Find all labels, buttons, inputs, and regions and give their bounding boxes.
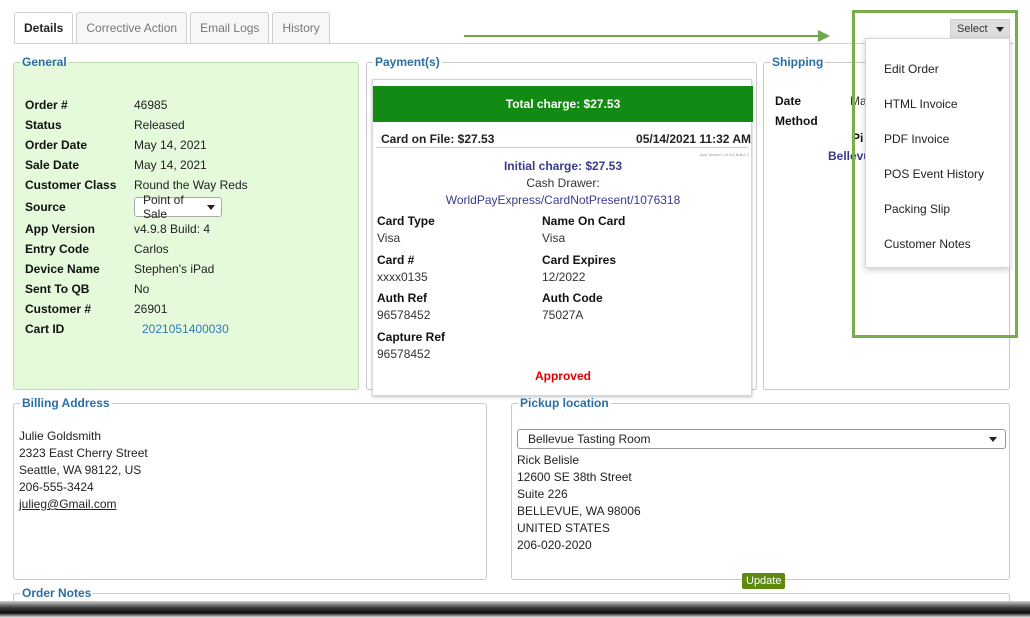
arrow-right-icon — [818, 30, 830, 42]
customer-number-value: 26901 — [134, 302, 168, 316]
annotation-highlight-box — [852, 10, 1018, 338]
billing-street: 2323 East Cherry Street — [19, 446, 148, 460]
payment-divider — [376, 147, 748, 148]
card-expires-value: 12/2022 — [542, 270, 586, 284]
customer-class-value: Round the Way Reds — [134, 178, 248, 192]
pickup-country: UNITED STATES — [517, 521, 610, 535]
pickup-suite: Suite 226 — [517, 487, 568, 501]
tab-history[interactable]: History — [272, 12, 330, 43]
card-type-value: Visa — [377, 231, 401, 245]
tab-bar: Details Corrective Action Email Logs His… — [14, 12, 330, 44]
billing-city: Seattle, WA 98122, US — [19, 463, 142, 477]
payments-legend: Payment(s) — [375, 55, 440, 69]
ship-date-label: Date — [775, 94, 802, 108]
payment-card: Total charge: $27.53 Card on File: $27.5… — [372, 79, 753, 396]
customer-class-label: Customer Class — [25, 178, 117, 192]
pickup-legend: Pickup location — [520, 396, 609, 410]
general-panel: General Order # 46985 Status Released Orde… — [13, 55, 359, 390]
card-number-label: Card # — [377, 253, 415, 267]
pickup-location-panel: Pickup location Bellevue Tasting Room Ri… — [511, 396, 1010, 589]
auth-ref-value: 96578452 — [377, 308, 431, 322]
pickup-location-value: Bellevue Tasting Room — [528, 432, 651, 446]
sent-to-qb-label: Sent To QB — [25, 282, 90, 296]
pickup-phone: 206-020-2020 — [517, 538, 592, 552]
billing-lines: Julie Goldsmith 2323 East Cherry Street … — [19, 428, 148, 513]
device-name-value: Stephen's iPad — [134, 262, 215, 276]
cart-id-link[interactable]: 2021051400030 — [142, 322, 229, 336]
pickup-lines: Rick Belisle 12600 SE 38th Street Suite … — [517, 452, 641, 554]
tab-corrective-action[interactable]: Corrective Action — [76, 12, 188, 43]
bottom-shadow — [0, 601, 1030, 618]
tab-details[interactable]: Details — [14, 12, 74, 44]
chevron-down-icon — [207, 204, 215, 210]
order-notes-legend: Order Notes — [22, 586, 92, 600]
status-label: Status — [25, 118, 62, 132]
order-date-label: Order Date — [25, 138, 88, 152]
billing-address-panel: Billing Address Julie Goldsmith 2323 Eas… — [13, 396, 487, 580]
billing-legend: Billing Address — [22, 396, 110, 410]
payment-processor: WorldPayExpress/CardNotPresent/1076318 — [445, 193, 681, 207]
customer-number-label: Customer # — [25, 302, 92, 316]
app-version-label: App Version — [25, 222, 96, 236]
pickup-contact: Rick Belisle — [517, 453, 580, 467]
pickup-city: BELLEVUE, WA 98006 — [517, 504, 641, 518]
billing-name: Julie Goldsmith — [19, 429, 102, 443]
entry-code-label: Entry Code — [25, 242, 90, 256]
sale-date-label: Sale Date — [25, 158, 80, 172]
app-version-value: v4.9.8 Build: 4 — [134, 222, 211, 236]
auth-code-value: 75027A — [542, 308, 584, 322]
order-number-value: 46985 — [134, 98, 168, 112]
billing-phone: 206-555-3424 — [19, 480, 94, 494]
payment-datetime: 05/14/2021 11:32 AM — [636, 132, 751, 146]
sent-to-qb-value: No — [134, 282, 150, 296]
status-value: Released — [134, 118, 185, 132]
tab-email-logs[interactable]: Email Logs — [190, 12, 270, 43]
capture-ref-value: 96578452 — [377, 347, 431, 361]
pickup-street: 12600 SE 38th Street — [517, 470, 632, 484]
cart-id-label: Cart ID — [25, 322, 65, 336]
payments-panel: Payment(s) Total charge: $27.53 Card on … — [366, 55, 757, 396]
sale-date-value: May 14, 2021 — [134, 158, 207, 172]
total-charge-bar: Total charge: $27.53 — [373, 86, 753, 122]
auth-code-label: Auth Code — [542, 291, 603, 305]
name-on-card-value: Visa — [542, 231, 566, 245]
shipping-legend: Shipping — [772, 55, 824, 69]
billing-email-link[interactable]: julieg@Gmail.com — [19, 496, 148, 513]
card-on-file: Card on File: $27.53 — [381, 132, 495, 146]
cash-drawer: Cash Drawer: — [526, 176, 600, 190]
payment-status: Approved — [534, 369, 591, 383]
general-legend: General — [22, 55, 67, 69]
payment-tiny-note: App Version: v4.9.8 Build: 4 — [699, 152, 749, 157]
source-select-value: Point of Sale — [143, 193, 184, 221]
name-on-card-label: Name On Card — [542, 214, 626, 228]
order-number-label: Order # — [25, 98, 68, 112]
capture-ref-label: Capture Ref — [377, 330, 446, 344]
annotation-arrow-line — [464, 35, 820, 37]
card-number-value: xxxx0135 — [377, 270, 428, 284]
source-select[interactable]: Point of Sale — [134, 193, 222, 221]
ship-method-label: Method — [775, 114, 818, 128]
order-date-value: May 14, 2021 — [134, 138, 207, 152]
entry-code-value: Carlos — [134, 242, 169, 256]
pickup-location-select[interactable]: Bellevue Tasting Room — [517, 429, 1006, 449]
card-expires-label: Card Expires — [542, 253, 617, 267]
card-type-label: Card Type — [377, 214, 435, 228]
source-label: Source — [25, 200, 66, 214]
auth-ref-label: Auth Ref — [377, 291, 427, 305]
initial-charge: Initial charge: $27.53 — [503, 159, 623, 173]
chevron-down-icon — [989, 436, 997, 442]
device-name-label: Device Name — [25, 262, 100, 276]
general-fields: Order # 46985 Status Released Order Date Ma… — [25, 95, 248, 339]
